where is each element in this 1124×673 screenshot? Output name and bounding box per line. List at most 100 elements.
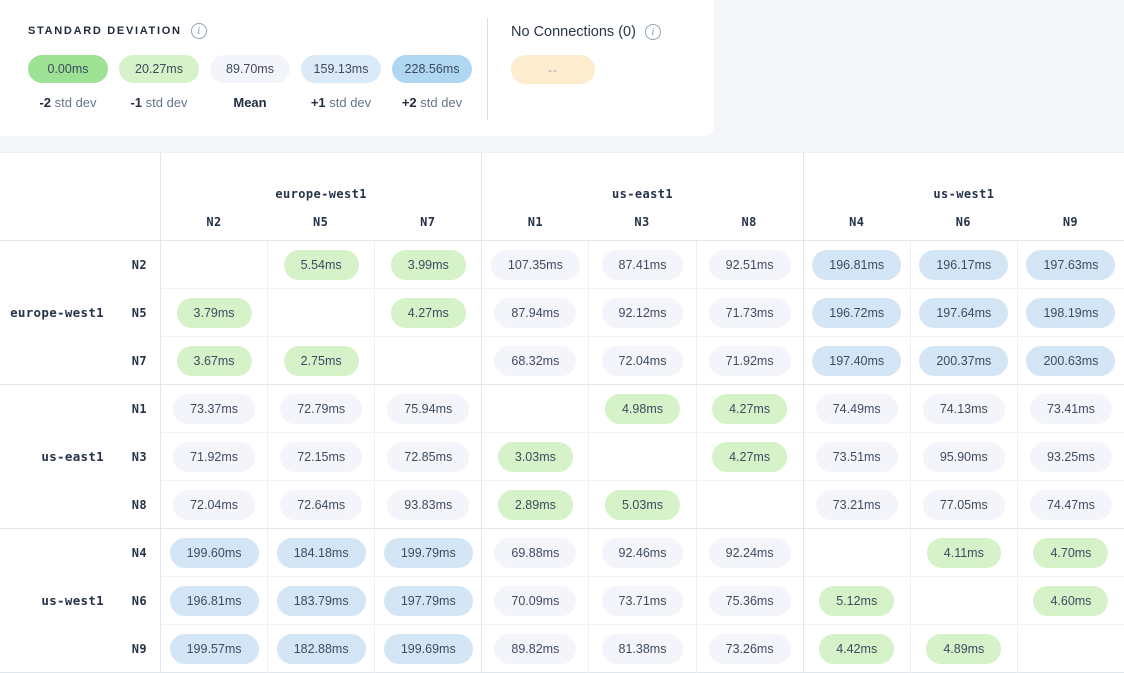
latency-cell[interactable]: 71.92ms [696,337,803,385]
latency-cell[interactable]: 197.64ms [910,289,1017,337]
latency-pill[interactable]: 199.57ms [170,634,259,664]
latency-cell[interactable]: 197.63ms [1017,241,1124,289]
latency-cell[interactable]: 196.72ms [803,289,910,337]
latency-pill[interactable]: 4.27ms [712,394,787,424]
latency-cell[interactable]: 5.12ms [803,577,910,625]
latency-cell[interactable]: 71.73ms [696,289,803,337]
latency-cell[interactable]: 4.60ms [1017,577,1124,625]
latency-pill[interactable]: 196.72ms [812,298,901,328]
latency-cell[interactable]: 107.35ms [481,241,588,289]
latency-cell[interactable]: 77.05ms [910,481,1017,529]
latency-pill[interactable]: 3.67ms [177,346,252,376]
latency-cell[interactable]: 73.51ms [803,433,910,481]
latency-cell[interactable]: 95.90ms [910,433,1017,481]
latency-pill[interactable]: 92.24ms [709,538,791,568]
latency-cell[interactable]: 2.75ms [267,337,374,385]
latency-cell[interactable]: 75.94ms [374,385,481,433]
latency-cell[interactable]: 3.79ms [160,289,267,337]
latency-pill[interactable]: 71.73ms [709,298,791,328]
latency-pill[interactable]: 4.27ms [712,442,787,472]
latency-pill[interactable]: 92.51ms [709,250,791,280]
latency-cell[interactable]: 183.79ms [267,577,374,625]
latency-cell[interactable]: 4.42ms [803,625,910,673]
latency-pill[interactable]: 71.92ms [709,346,791,376]
latency-cell[interactable]: 200.37ms [910,337,1017,385]
latency-cell[interactable]: 73.37ms [160,385,267,433]
latency-cell[interactable]: 4.11ms [910,529,1017,577]
latency-cell[interactable]: 73.41ms [1017,385,1124,433]
latency-pill[interactable]: 95.90ms [923,442,1005,472]
latency-cell[interactable]: 74.47ms [1017,481,1124,529]
latency-cell[interactable]: 92.51ms [696,241,803,289]
latency-pill[interactable]: 73.26ms [709,634,791,664]
latency-cell[interactable]: 92.12ms [588,289,695,337]
latency-cell[interactable]: 81.38ms [588,625,695,673]
latency-pill[interactable]: 73.21ms [816,490,898,520]
latency-pill[interactable]: 4.27ms [391,298,466,328]
latency-cell[interactable]: 199.57ms [160,625,267,673]
latency-pill[interactable]: 200.37ms [919,346,1008,376]
latency-pill[interactable]: 4.70ms [1033,538,1108,568]
latency-cell[interactable]: 199.60ms [160,529,267,577]
latency-pill[interactable]: 196.81ms [812,250,901,280]
latency-pill[interactable]: 92.46ms [602,538,684,568]
latency-cell[interactable]: 3.03ms [481,433,588,481]
latency-cell[interactable]: 3.67ms [160,337,267,385]
latency-cell[interactable]: 68.32ms [481,337,588,385]
latency-pill[interactable]: 4.98ms [605,394,680,424]
latency-cell[interactable]: 196.81ms [803,241,910,289]
latency-pill[interactable]: 75.36ms [709,586,791,616]
latency-cell[interactable]: 72.04ms [588,337,695,385]
latency-pill[interactable]: 4.89ms [926,634,1001,664]
latency-cell[interactable]: 73.21ms [803,481,910,529]
latency-pill[interactable]: 197.63ms [1026,250,1115,280]
latency-pill[interactable]: 70.09ms [494,586,576,616]
latency-cell[interactable]: 4.27ms [696,433,803,481]
latency-pill[interactable]: 3.03ms [498,442,573,472]
latency-pill[interactable]: 92.12ms [602,298,684,328]
latency-pill[interactable]: 77.05ms [923,490,1005,520]
latency-pill[interactable]: 74.47ms [1030,490,1112,520]
latency-pill[interactable]: 93.25ms [1030,442,1112,472]
latency-cell[interactable]: 5.54ms [267,241,374,289]
latency-cell[interactable]: 4.27ms [696,385,803,433]
latency-pill[interactable]: 2.89ms [498,490,573,520]
latency-pill[interactable]: 75.94ms [387,394,469,424]
latency-pill[interactable]: 5.54ms [284,250,359,280]
latency-pill[interactable]: 199.60ms [170,538,259,568]
latency-pill[interactable]: 3.99ms [391,250,466,280]
latency-pill[interactable]: 4.42ms [819,634,894,664]
latency-pill[interactable]: 72.85ms [387,442,469,472]
latency-pill[interactable]: 3.79ms [177,298,252,328]
latency-cell[interactable]: 5.03ms [588,481,695,529]
latency-cell[interactable]: 87.41ms [588,241,695,289]
latency-pill[interactable]: 89.82ms [494,634,576,664]
latency-pill[interactable]: 81.38ms [602,634,684,664]
latency-pill[interactable]: 71.92ms [173,442,255,472]
latency-cell[interactable]: 71.92ms [160,433,267,481]
latency-pill[interactable]: 196.17ms [919,250,1008,280]
latency-pill[interactable]: 87.41ms [602,250,684,280]
latency-cell[interactable]: 92.24ms [696,529,803,577]
latency-pill[interactable]: 198.19ms [1026,298,1115,328]
latency-pill[interactable]: 5.03ms [605,490,680,520]
latency-pill[interactable]: 72.15ms [280,442,362,472]
latency-cell[interactable]: 4.89ms [910,625,1017,673]
latency-pill[interactable]: 197.79ms [384,586,473,616]
latency-cell[interactable]: 87.94ms [481,289,588,337]
latency-pill[interactable]: 74.49ms [816,394,898,424]
latency-pill[interactable]: 184.18ms [277,538,366,568]
latency-cell[interactable]: 72.15ms [267,433,374,481]
latency-cell[interactable]: 92.46ms [588,529,695,577]
latency-cell[interactable]: 198.19ms [1017,289,1124,337]
latency-pill[interactable]: 72.79ms [280,394,362,424]
latency-pill[interactable]: 196.81ms [170,586,259,616]
latency-cell[interactable]: 199.79ms [374,529,481,577]
latency-pill[interactable]: 199.69ms [384,634,473,664]
latency-cell[interactable]: 3.99ms [374,241,481,289]
latency-pill[interactable]: 5.12ms [819,586,894,616]
latency-pill[interactable]: 199.79ms [384,538,473,568]
latency-pill[interactable]: 4.60ms [1033,586,1108,616]
latency-cell[interactable]: 72.79ms [267,385,374,433]
latency-pill[interactable]: 73.37ms [173,394,255,424]
